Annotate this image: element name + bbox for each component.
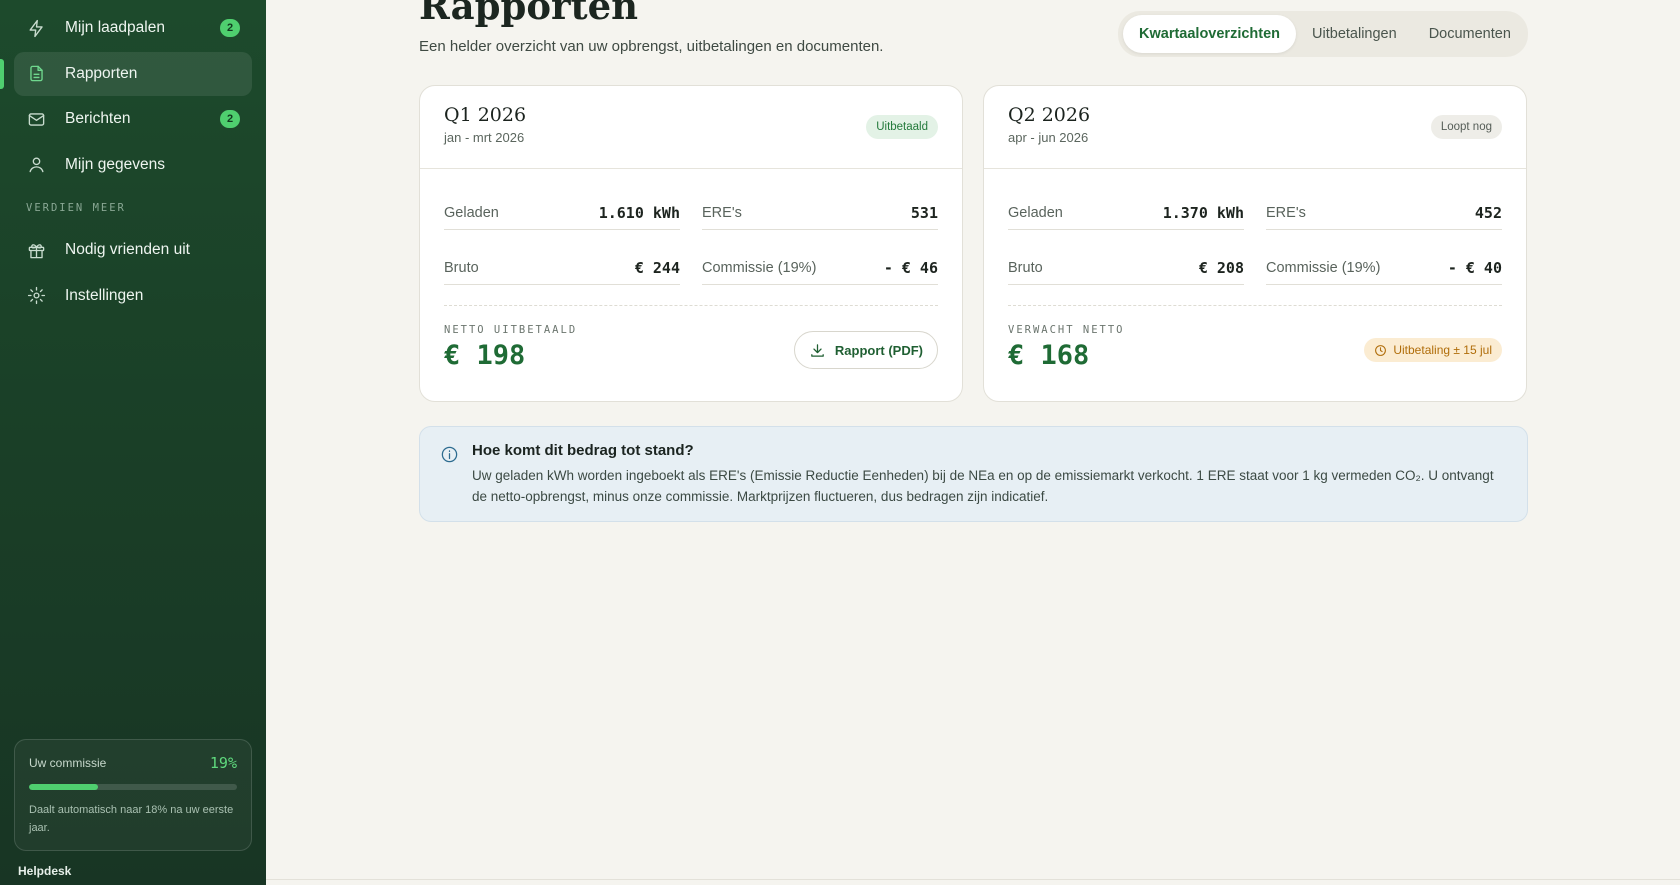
metric-label: Commissie (19%) — [702, 259, 817, 276]
sidebar-nav: Mijn laadpalen 2 Rapporten Berichten 2 M… — [14, 6, 252, 319]
quarter-card-q1: Q1 2026 jan - mrt 2026 Uitbetaald Gelade… — [419, 85, 963, 402]
card-header: Q2 2026 apr - jun 2026 Loopt nog — [984, 86, 1526, 169]
page-subtitle: Een helder overzicht van uw opbrengst, u… — [419, 38, 884, 55]
metric-value: € 244 — [634, 258, 680, 277]
payout-label: Uitbetaling ± 15 jul — [1393, 343, 1492, 357]
quarter-range: jan - mrt 2026 — [444, 130, 525, 145]
net-label: VERWACHT NETTO — [1008, 324, 1125, 336]
quarter-card-q2: Q2 2026 apr - jun 2026 Loopt nog Geladen… — [983, 85, 1527, 402]
info-box: Hoe komt dit bedrag tot stand? Uw gelade… — [419, 426, 1528, 522]
sidebar-item-rapporten[interactable]: Rapporten — [14, 51, 252, 96]
metric-label: ERE's — [1266, 204, 1306, 221]
payout-badge: Uitbetaling ± 15 jul — [1364, 338, 1502, 362]
status-badge: Loopt nog — [1430, 115, 1502, 139]
commission-label: Uw commissie — [29, 756, 107, 770]
commission-note: Daalt automatisch naar 18% na uw eerste … — [29, 804, 234, 834]
footer-divider — [266, 879, 1680, 880]
user-icon — [26, 155, 46, 175]
sidebar-item-label: Berichten — [65, 110, 131, 127]
metric-commission: Commissie (19%) - € 40 — [1266, 251, 1502, 285]
commission-card: Uw commissie 19% Daalt automatisch naar … — [14, 739, 252, 851]
sidebar-item-label: Mijn laadpalen — [65, 19, 165, 36]
commission-progress-fill — [29, 784, 98, 790]
gear-icon — [26, 286, 46, 306]
metric-label: ERE's — [702, 204, 742, 221]
main-content: Rapporten Een helder overzicht van uw op… — [266, 0, 1680, 885]
mail-icon — [26, 109, 46, 129]
tab-documenten[interactable]: Documenten — [1413, 15, 1527, 53]
count-badge: 2 — [220, 19, 240, 37]
metric-value: € 208 — [1198, 258, 1244, 277]
net-label: NETTO UITBETAALD — [444, 324, 578, 336]
sidebar-item-nodig-vrienden-uit[interactable]: Nodig vrienden uit — [14, 228, 252, 272]
metric-label: Bruto — [444, 259, 479, 276]
metric-label: Geladen — [1008, 204, 1063, 221]
metric-value: 531 — [910, 203, 938, 222]
section-label: VERDIEN MEER — [26, 202, 126, 214]
divider — [1008, 305, 1502, 306]
sidebar-item-mijn-laadpalen[interactable]: Mijn laadpalen 2 — [14, 6, 252, 50]
status-badge: Uitbetaald — [866, 115, 938, 139]
quarter-range: apr - jun 2026 — [1008, 130, 1089, 145]
metric-value: - € 46 — [883, 258, 938, 277]
metric-label: Bruto — [1008, 259, 1043, 276]
sidebar-item-label: Instellingen — [65, 286, 144, 304]
metric-charged: Geladen 1.370 kWh — [1008, 196, 1244, 230]
metric-value: 452 — [1474, 203, 1502, 222]
clock-icon — [1375, 344, 1387, 356]
metric-value: 1.610 kWh — [598, 203, 680, 222]
card-header: Q1 2026 jan - mrt 2026 Uitbetaald — [420, 86, 962, 169]
sidebar-item-instellingen[interactable]: Instellingen — [14, 274, 252, 318]
download-report-button[interactable]: Rapport (PDF) — [793, 331, 938, 369]
metric-label: Geladen — [444, 204, 499, 221]
sidebar-item-label: Mijn gegevens — [65, 155, 165, 173]
metric-charged: Geladen 1.610 kWh — [444, 196, 680, 230]
helpdesk-link[interactable]: Helpdesk — [18, 864, 71, 878]
commission-progress — [29, 784, 237, 790]
metric-gross: Bruto € 208 — [1008, 251, 1244, 285]
divider — [444, 305, 938, 306]
net-value: € 198 — [444, 340, 526, 371]
commission-value: 19% — [209, 754, 237, 772]
sidebar-item-berichten[interactable]: Berichten 2 — [14, 97, 252, 141]
sidebar-item-label: Rapporten — [65, 64, 138, 82]
metric-ere: ERE's 531 — [702, 196, 938, 230]
quarter-title: Q1 2026 — [444, 104, 527, 126]
metric-commission: Commissie (19%) - € 46 — [702, 251, 938, 285]
info-text: Uw geladen kWh worden ingeboekt als ERE'… — [472, 468, 1494, 504]
info-icon — [440, 445, 459, 464]
page-title: Rapporten — [419, 0, 639, 28]
tab-kwartaaloverzichten[interactable]: Kwartaaloverzichten — [1123, 15, 1297, 53]
sidebar-item-label: Nodig vrienden uit — [65, 241, 190, 258]
tab-bar: Kwartaaloverzichten Uitbetalingen Docume… — [1118, 11, 1528, 57]
active-indicator — [0, 59, 4, 89]
count-badge: 2 — [220, 110, 240, 128]
button-label: Rapport (PDF) — [834, 342, 923, 358]
download-icon — [811, 343, 824, 357]
bolt-icon — [26, 18, 46, 38]
info-title: Hoe komt dit bedrag tot stand? — [472, 442, 694, 459]
metric-value: 1.370 kWh — [1162, 203, 1244, 222]
sidebar-item-mijn-gegevens[interactable]: Mijn gegevens — [14, 143, 252, 187]
metric-gross: Bruto € 244 — [444, 251, 680, 285]
metric-ere: ERE's 452 — [1266, 196, 1502, 230]
sidebar: Mijn laadpalen 2 Rapporten Berichten 2 M… — [0, 0, 266, 885]
metric-label: Commissie (19%) — [1266, 259, 1381, 276]
tab-uitbetalingen[interactable]: Uitbetalingen — [1296, 15, 1413, 53]
net-value: € 168 — [1008, 340, 1090, 371]
document-icon — [26, 64, 46, 84]
metric-value: - € 40 — [1447, 258, 1502, 277]
quarter-title: Q2 2026 — [1008, 104, 1091, 126]
gift-icon — [26, 240, 46, 260]
